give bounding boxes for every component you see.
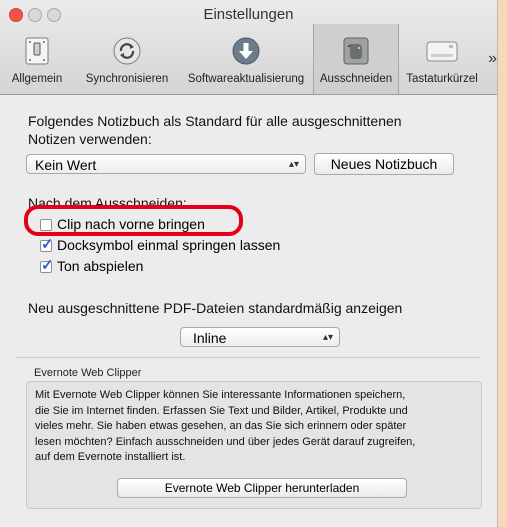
toolbar-label-ausschneiden: Ausschneiden [319, 73, 393, 85]
checkbox-label: Ton abspielen [57, 258, 144, 274]
web-clipper-group-title: Evernote Web Clipper [34, 367, 142, 379]
default-notebook-label-line1: Folgendes Notizbuch als Standard für all… [28, 113, 402, 129]
checkbox-play-sound[interactable]: Ton abspielen [40, 257, 143, 275]
updown-arrows-icon: ▴▾ [322, 332, 333, 343]
switch-icon [20, 34, 54, 68]
checkbox-dock-bounce[interactable]: Docksymbol einmal springen lassen [40, 236, 280, 254]
toolbar-label-tastaturkuerzel: Tastaturkürzel [406, 73, 478, 85]
window-title: Einstellungen [203, 6, 294, 23]
description-line: lesen möchten? Einfach ausschneiden und … [35, 435, 416, 448]
description-line: die Sie im Internet finden. Erfassen Sie… [35, 404, 408, 417]
pdf-display-label: Neu ausgeschnittene PDF-Dateien standard… [28, 300, 403, 316]
notebook-select[interactable]: Kein Wert ▴▾ [26, 154, 306, 174]
checkbox-label: Docksymbol einmal springen lassen [57, 237, 281, 253]
toolbar-label-softwareaktualisierung: Softwareaktualisierung [187, 73, 305, 85]
updown-arrows-icon: ▴▾ [288, 159, 299, 170]
section-divider [16, 357, 481, 358]
sync-icon [110, 34, 144, 68]
checkbox-checked[interactable] [40, 257, 54, 275]
new-notebook-button[interactable]: Neues Notizbuch [314, 153, 454, 175]
description-line: Mit Evernote Web Clipper können Sie inte… [35, 389, 406, 401]
toolbar-item-tastaturkuerzel[interactable]: Tastaturkürzel [400, 24, 484, 94]
web-clipper-description: Mit Evernote Web Clipper können Sie inte… [35, 388, 475, 466]
default-notebook-label-line2: Notizen verwenden: [28, 131, 152, 147]
preferences-window: Einstellungen Allgemein Synchronisieren … [0, 0, 498, 527]
description-line: vieles mehr. Sie haben etwas gesehen, an… [35, 420, 407, 432]
web-clipper-group: Mit Evernote Web Clipper können Sie inte… [26, 381, 482, 509]
download-web-clipper-button[interactable]: Evernote Web Clipper herunterladen [117, 478, 407, 498]
toolbar-item-allgemein[interactable]: Allgemein [4, 24, 70, 94]
pdf-display-select[interactable]: Inline ▴▾ [180, 327, 340, 347]
pdf-display-select-value: Inline [193, 330, 227, 346]
keyboard-icon [425, 34, 459, 68]
checkbox-checked[interactable] [40, 236, 54, 254]
toolbar-label-synchronisieren: Synchronisieren [85, 73, 169, 85]
toolbar-overflow-button[interactable]: » [488, 50, 497, 68]
title-bar: Einstellungen Allgemein Synchronisieren … [0, 0, 497, 95]
annotation-highlight [24, 205, 243, 236]
preferences-content: Folgendes Notizbuch als Standard für all… [0, 95, 497, 527]
elephant-icon [339, 34, 373, 68]
toolbar-label-allgemein: Allgemein [11, 73, 63, 85]
toolbar-item-softwareaktualisierung[interactable]: Softwareaktualisierung [180, 24, 312, 94]
toolbar-item-synchronisieren[interactable]: Synchronisieren [78, 24, 176, 94]
toolbar-item-ausschneiden[interactable]: Ausschneiden [313, 24, 399, 94]
notebook-select-value: Kein Wert [35, 157, 97, 173]
description-line: auf dem Evernote installiert ist. [35, 451, 186, 463]
download-icon [229, 34, 263, 68]
